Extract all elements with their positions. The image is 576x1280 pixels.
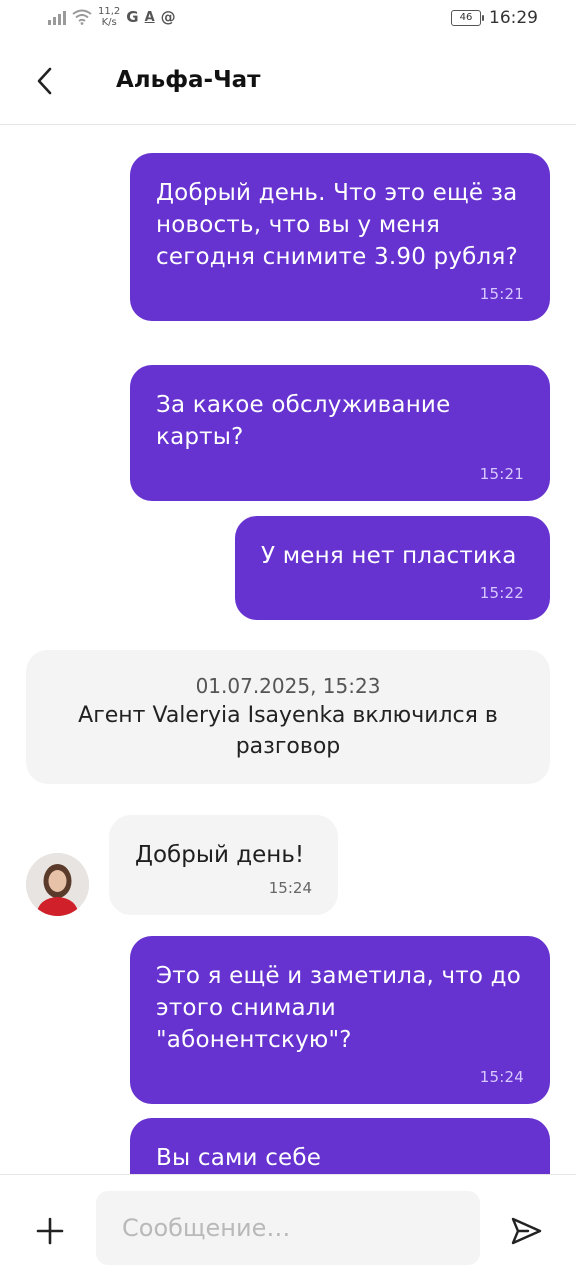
- message-time: 15:24: [479, 1068, 524, 1086]
- message-text: Вы сами себе: [156, 1145, 322, 1171]
- status-right: 46 16:29: [451, 8, 538, 28]
- agent-avatar-image: [26, 853, 89, 916]
- message-text: Добрый день. Что это ещё за новость, что…: [156, 180, 518, 270]
- back-button[interactable]: [26, 62, 64, 100]
- network-speed: 11,2 K/s: [98, 6, 120, 28]
- network-speed-unit: K/s: [101, 17, 117, 28]
- google-icon: G: [126, 8, 139, 26]
- message-time: 15:21: [479, 285, 524, 303]
- message-text: За какое обслуживание карты?: [156, 392, 451, 450]
- message-text: У меня нет пластика: [261, 543, 517, 569]
- send-icon: [511, 1217, 542, 1245]
- message-composer: [0, 1174, 576, 1280]
- message-time: 15:22: [479, 584, 524, 602]
- outgoing-message[interactable]: Это я ещё и заметила, что до этого снима…: [130, 936, 550, 1104]
- message-list[interactable]: Добрый день. Что это ещё за новость, что…: [0, 126, 576, 1174]
- battery-level: 46: [459, 12, 473, 23]
- agent-avatar[interactable]: [26, 853, 89, 916]
- outgoing-message[interactable]: За какое обслуживание карты? 15:21: [130, 365, 550, 501]
- page-title: Альфа-Чат: [116, 67, 261, 93]
- system-message: 01.07.2025, 15:23 Агент Valeryia Isayenk…: [26, 650, 550, 784]
- status-time: 16:29: [489, 8, 538, 28]
- chevron-left-icon: [37, 67, 52, 95]
- translate-icon: A: [144, 9, 155, 25]
- message-time: 15:24: [268, 879, 312, 897]
- incoming-message[interactable]: Добрый день! 15:24: [109, 815, 338, 915]
- network-speed-value: 11,2: [98, 6, 121, 17]
- outgoing-message[interactable]: Вы сами себе: [130, 1118, 550, 1174]
- message-time: 15:21: [479, 465, 524, 483]
- plus-icon: [36, 1217, 64, 1245]
- at-sign-icon: @: [160, 8, 176, 26]
- outgoing-message[interactable]: Добрый день. Что это ещё за новость, что…: [130, 153, 550, 321]
- wifi-icon: [72, 9, 92, 25]
- system-message-text: Агент Valeryia Isayenka включился в разг…: [78, 703, 498, 759]
- message-input[interactable]: [96, 1191, 480, 1265]
- status-bar: 11,2 K/s G A @ 46 16:29: [0, 0, 576, 36]
- outgoing-message[interactable]: У меня нет пластика 15:22: [235, 516, 550, 620]
- signal-icon: [48, 9, 66, 25]
- send-button[interactable]: [506, 1211, 546, 1251]
- message-text: Добрый день!: [135, 842, 305, 868]
- message-text: Это я ещё и заметила, что до этого снима…: [156, 963, 522, 1053]
- system-message-date: 01.07.2025, 15:23: [195, 674, 381, 698]
- status-left: 11,2 K/s G A @: [48, 6, 176, 28]
- battery-icon: 46: [451, 10, 484, 26]
- app-header: Альфа-Чат: [0, 36, 576, 125]
- attach-button[interactable]: [30, 1211, 70, 1251]
